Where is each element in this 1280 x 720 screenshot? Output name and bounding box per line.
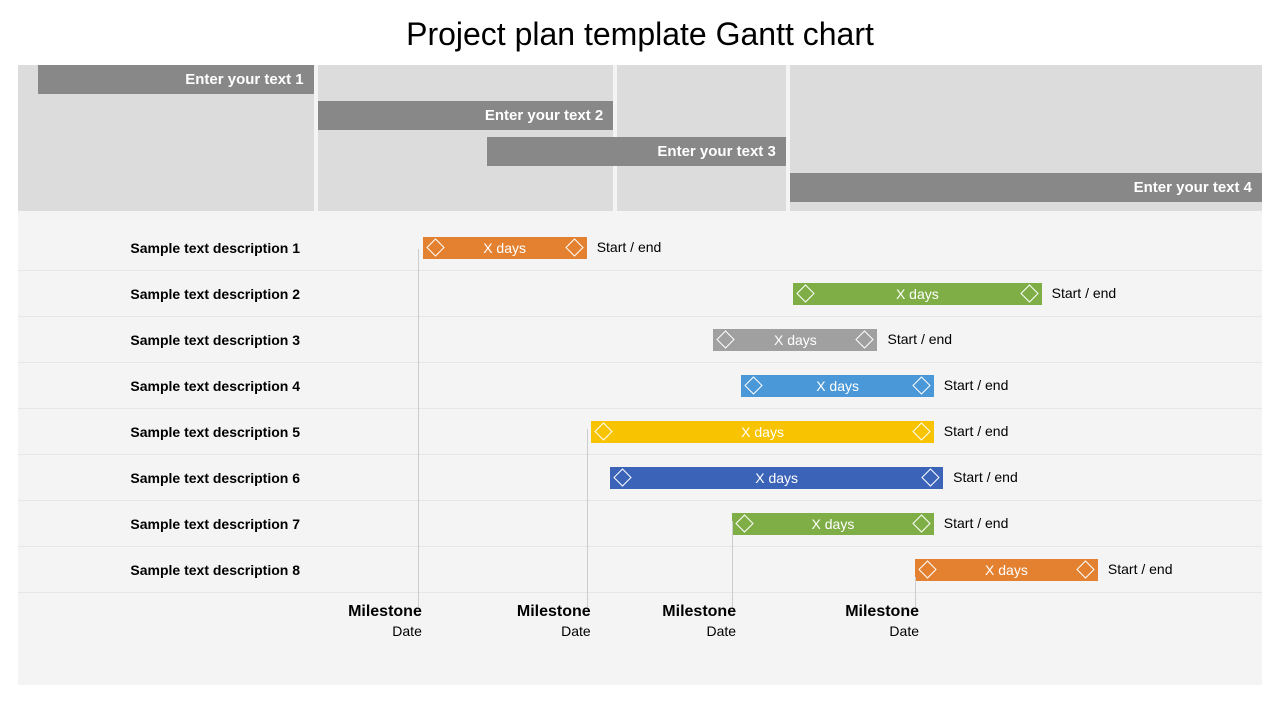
task-track: X days Start / end [310,547,1248,592]
page-title: Project plan template Gantt chart [0,0,1280,65]
task-row: Sample text description 4 X days Start / e… [18,363,1262,409]
task-end-label: Start / end [944,423,1009,439]
task-bar[interactable]: X days [793,283,1042,305]
task-label: Sample text description 1 [18,225,310,270]
task-end-label: Start / end [953,469,1018,485]
diamond-icon [613,468,631,486]
task-bar[interactable]: X days [423,237,587,259]
task-duration: X days [774,332,817,348]
phase-col-4: Enter your text 4 [790,65,1262,211]
gantt-canvas: Enter your text 1 Enter your text 2 Ente… [18,65,1262,685]
phase-label-2[interactable]: Enter your text 2 [318,101,614,130]
task-end-label: Start / end [944,377,1009,393]
milestones-row: MilestoneDateMilestoneDateMilestoneDateM… [310,603,1248,673]
milestone: Milestone Date [499,603,591,639]
task-row: Sample text description 8 X days Start / e… [18,547,1262,593]
task-rows: Sample text description 1 X days Start / e… [18,225,1262,593]
phase-label-3[interactable]: Enter your text 3 [487,137,786,166]
task-row: Sample text description 1 X days Start / e… [18,225,1262,271]
diamond-icon [1076,560,1094,578]
task-bar[interactable]: X days [591,421,933,443]
phase-col-1: Enter your text 1 [18,65,314,211]
task-label: Sample text description 4 [18,363,310,408]
task-duration: X days [741,424,784,440]
diamond-icon [735,514,753,532]
task-duration: X days [755,470,798,486]
milestone: Milestone Date [644,603,736,639]
task-duration: X days [985,562,1028,578]
task-row: Sample text description 7 X days Start / e… [18,501,1262,547]
task-label: Sample text description 2 [18,271,310,316]
task-label: Sample text description 5 [18,409,310,454]
task-label: Sample text description 8 [18,547,310,592]
task-track: X days Start / end [310,271,1248,316]
task-track: X days Start / end [310,501,1248,546]
diamond-icon [595,422,613,440]
task-label: Sample text description 6 [18,455,310,500]
diamond-icon [918,560,936,578]
milestone-date: Date [499,623,591,639]
task-track: X days Start / end [310,225,1248,270]
task-row: Sample text description 5 X days Start / e… [18,409,1262,455]
milestone-title: Milestone [644,603,736,621]
milestone-date: Date [827,623,919,639]
task-bar[interactable]: X days [915,559,1098,581]
task-track: X days Start / end [310,317,1248,362]
task-duration: X days [812,516,855,532]
task-duration: X days [896,286,939,302]
task-row: Sample text description 2 X days Start / e… [18,271,1262,317]
milestone-date: Date [644,623,736,639]
task-end-label: Start / end [1052,285,1117,301]
diamond-icon [912,376,930,394]
task-track: X days Start / end [310,455,1248,500]
task-bar[interactable]: X days [741,375,933,397]
milestone-title: Milestone [330,603,422,621]
diamond-icon [796,284,814,302]
task-label: Sample text description 3 [18,317,310,362]
diamond-icon [565,238,583,256]
task-row: Sample text description 3 X days Start / e… [18,317,1262,363]
milestone-connector [732,521,733,607]
task-end-label: Start / end [887,331,952,347]
diamond-icon [426,238,444,256]
diamond-icon [1020,284,1038,302]
task-track: X days Start / end [310,409,1248,454]
milestone-connector [915,577,916,607]
task-end-label: Start / end [1108,561,1173,577]
task-end-label: Start / end [597,239,662,255]
phase-label-4[interactable]: Enter your text 4 [790,173,1262,202]
diamond-icon [717,330,735,348]
task-duration: X days [483,240,526,256]
task-bar[interactable]: X days [610,467,943,489]
milestone-connector [587,429,588,607]
diamond-icon [745,376,763,394]
milestone-date: Date [330,623,422,639]
milestone: Milestone Date [827,603,919,639]
milestone: Milestone Date [330,603,422,639]
diamond-icon [856,330,874,348]
task-track: X days Start / end [310,363,1248,408]
diamond-icon [921,468,939,486]
task-end-label: Start / end [944,515,1009,531]
milestone-title: Milestone [499,603,591,621]
task-bar[interactable]: X days [732,513,934,535]
task-bar[interactable]: X days [713,329,877,351]
task-duration: X days [816,378,859,394]
phase-header-band: Enter your text 1 Enter your text 2 Ente… [18,65,1262,211]
phase-label-1[interactable]: Enter your text 1 [38,65,314,94]
diamond-icon [912,514,930,532]
diamond-icon [912,422,930,440]
task-label: Sample text description 7 [18,501,310,546]
milestone-title: Milestone [827,603,919,621]
task-row: Sample text description 6 X days Start / e… [18,455,1262,501]
phase-col-3: Enter your text 3 [617,65,786,211]
milestone-connector [418,249,419,607]
